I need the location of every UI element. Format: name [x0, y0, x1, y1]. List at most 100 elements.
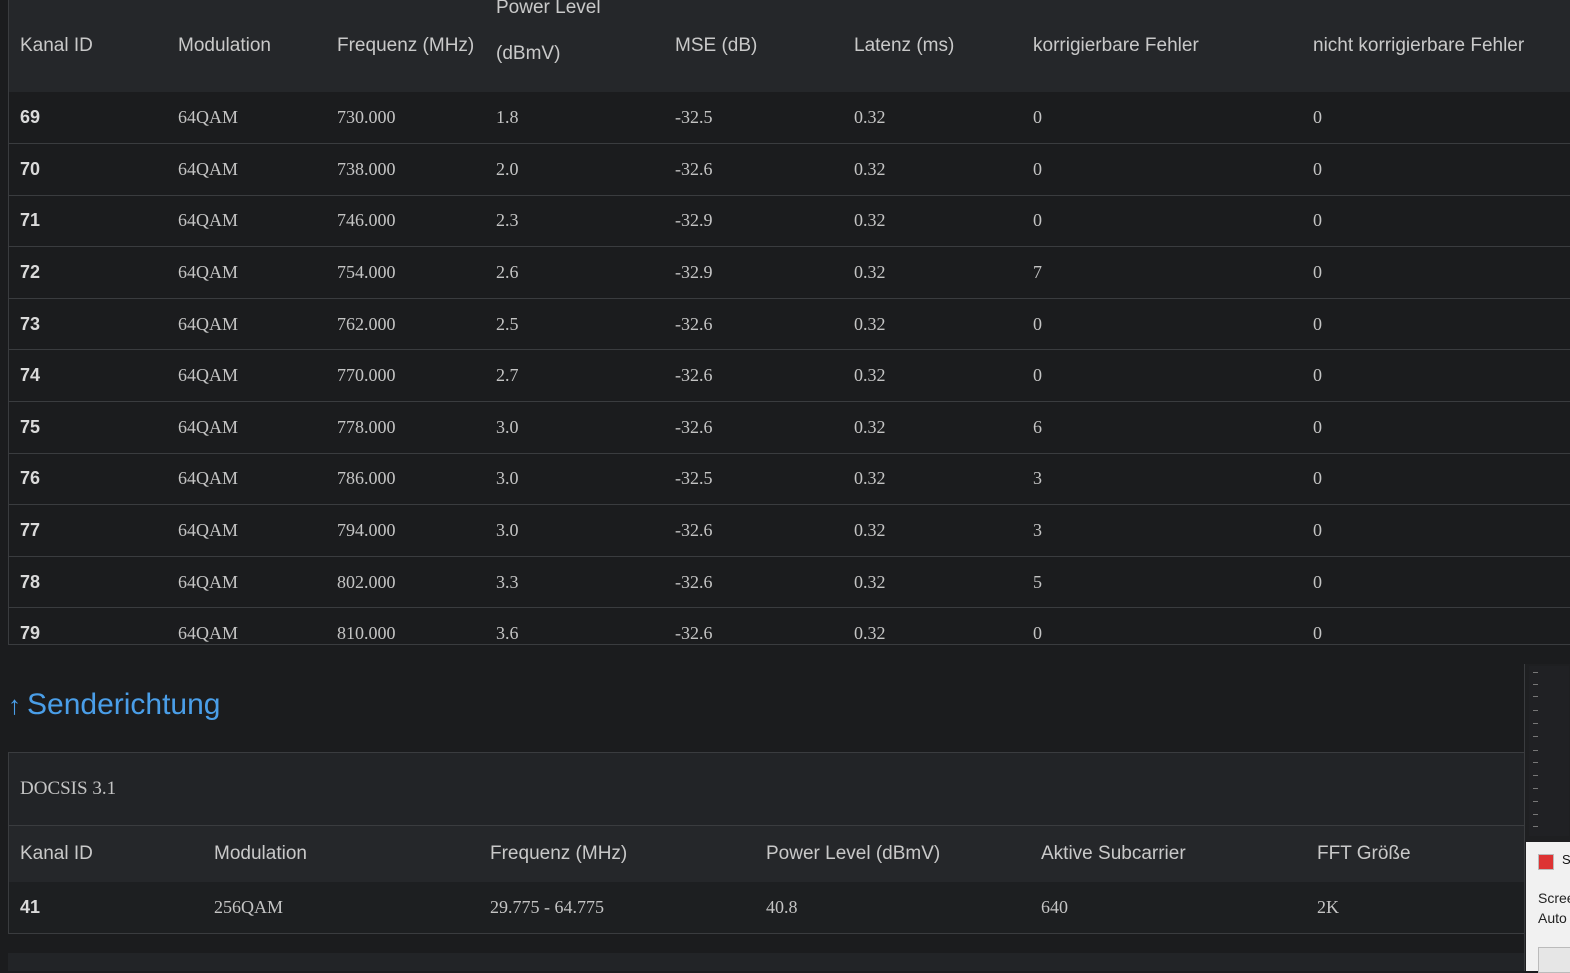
up-header-fft-groesse: FFT Größe — [1317, 843, 1411, 864]
cell-power-level: 1.8 — [496, 107, 519, 128]
cell-frequenz: 786.000 — [337, 468, 396, 489]
cell-nicht-korrigierbare-fehler: 0 — [1313, 107, 1322, 128]
cell-latenz: 0.32 — [854, 210, 886, 231]
section-title-senderichtung[interactable]: ↑ Senderichtung — [8, 688, 220, 722]
cell-modulation: 64QAM — [178, 571, 239, 592]
cell-frequenz: 730.000 — [337, 107, 396, 128]
table-row: 70 64QAM 738.000 2.0 -32.6 0.32 0 0 — [9, 143, 1570, 196]
cell-kanal-id: 79 — [20, 623, 41, 644]
cell-modulation: 64QAM — [178, 158, 239, 179]
up-header-frequenz: Frequenz (MHz) — [490, 843, 628, 864]
cell-latenz: 0.32 — [854, 262, 886, 283]
table-row: 78 64QAM 802.000 3.3 -32.6 0.32 5 0 — [9, 556, 1570, 608]
up-header-power-level: Power Level (dBmV) — [766, 843, 941, 864]
page-thumbnail[interactable] — [1529, 666, 1569, 836]
cell-frequenz: 746.000 — [337, 210, 396, 231]
cell-modulation: 64QAM — [178, 313, 239, 334]
cell-kanal-id: 76 — [20, 468, 41, 489]
notification-body: Auto — [1538, 910, 1567, 926]
snipping-tool-icon — [1538, 854, 1554, 870]
cell-modulation: 64QAM — [178, 623, 239, 644]
upstream-table-container: DOCSIS 3.1 Kanal ID Modulation Frequenz … — [8, 752, 1525, 934]
cell-power-level: 3.6 — [496, 623, 519, 644]
cell-mse: -32.6 — [675, 416, 713, 437]
up-cell-aktive-subcarrier: 640 — [1041, 897, 1068, 917]
cell-modulation: 64QAM — [178, 468, 239, 489]
cell-kanal-id: 71 — [20, 210, 41, 231]
cell-latenz: 0.32 — [854, 571, 886, 592]
table-row: 76 64QAM 786.000 3.0 -32.5 0.32 3 0 — [9, 453, 1570, 505]
cell-latenz: 0.32 — [854, 468, 886, 489]
cell-latenz: 0.32 — [854, 416, 886, 437]
cell-kanal-id: 69 — [20, 107, 41, 128]
up-header-aktive-subcarrier: Aktive Subcarrier — [1041, 843, 1186, 864]
cell-nicht-korrigierbare-fehler: 0 — [1313, 416, 1322, 437]
upstream-header-row: Kanal ID Modulation Frequenz (MHz) Power… — [9, 826, 1525, 882]
up-cell-modulation: 256QAM — [214, 897, 284, 917]
cell-latenz: 0.32 — [854, 158, 886, 179]
upstream-table: Kanal ID Modulation Frequenz (MHz) Power… — [9, 826, 1525, 933]
cell-korrigierbare-fehler: 6 — [1033, 416, 1042, 437]
cell-korrigierbare-fehler: 5 — [1033, 571, 1042, 592]
cell-power-level: 3.3 — [496, 571, 519, 592]
cell-korrigierbare-fehler: 0 — [1033, 210, 1042, 231]
table-row: 72 64QAM 754.000 2.6 -32.9 0.32 7 0 — [9, 246, 1570, 299]
table-row: 79 64QAM 810.000 3.6 -32.6 0.32 0 0 — [9, 607, 1570, 660]
table-row: 71 64QAM 746.000 2.3 -32.9 0.32 0 0 — [9, 195, 1570, 247]
cell-nicht-korrigierbare-fehler: 0 — [1313, 520, 1322, 541]
cell-latenz: 0.32 — [854, 365, 886, 386]
cell-frequenz: 778.000 — [337, 416, 396, 437]
cell-latenz: 0.32 — [854, 520, 886, 541]
header-power-level-line1: Power Level — [496, 0, 601, 18]
cell-frequenz: 738.000 — [337, 158, 396, 179]
cell-power-level: 3.0 — [496, 416, 519, 437]
cell-frequenz: 770.000 — [337, 365, 396, 386]
cell-kanal-id: 73 — [20, 313, 41, 334]
cell-nicht-korrigierbare-fehler: 0 — [1313, 365, 1322, 386]
cell-kanal-id: 77 — [20, 520, 41, 541]
cell-korrigierbare-fehler: 0 — [1033, 158, 1042, 179]
table-row: 73 64QAM 762.000 2.5 -32.6 0.32 0 0 — [9, 298, 1570, 350]
cell-korrigierbare-fehler: 0 — [1033, 107, 1042, 128]
cell-kanal-id: 74 — [20, 365, 41, 386]
cell-mse: -32.6 — [675, 623, 713, 644]
cell-latenz: 0.32 — [854, 313, 886, 334]
cell-korrigierbare-fehler: 3 — [1033, 520, 1042, 541]
cell-frequenz: 754.000 — [337, 262, 396, 283]
header-power-level: Power Level (dBmV) — [485, 0, 664, 92]
downstream-table-container: Kanal ID Modulation Frequenz (MHz) Power… — [8, 0, 1570, 645]
up-header-kanal-id: Kanal ID — [20, 843, 93, 864]
cell-modulation: 64QAM — [178, 365, 239, 386]
screenshot-notification[interactable]: S Scree Auto — [1526, 842, 1570, 973]
downstream-header-row: Kanal ID Modulation Frequenz (MHz) Power… — [9, 0, 1570, 92]
table-row: 41 256QAM 29.775 - 64.775 40.8 640 2K — [9, 882, 1525, 933]
cell-korrigierbare-fehler: 3 — [1033, 468, 1042, 489]
header-modulation: Modulation — [178, 35, 271, 56]
next-section-edge — [8, 953, 1524, 971]
cell-mse: -32.9 — [675, 262, 713, 283]
cell-power-level: 2.0 — [496, 158, 519, 179]
cell-frequenz: 794.000 — [337, 520, 396, 541]
docsis-version-label: DOCSIS 3.1 — [9, 753, 1525, 826]
cell-nicht-korrigierbare-fehler: 0 — [1313, 158, 1322, 179]
cell-power-level: 2.5 — [496, 313, 519, 334]
notification-action-button[interactable] — [1538, 947, 1570, 973]
cell-modulation: 64QAM — [178, 107, 239, 128]
notification-app-name: S — [1562, 852, 1570, 867]
header-mse: MSE (dB) — [675, 35, 758, 56]
table-row: 75 64QAM 778.000 3.0 -32.6 0.32 6 0 — [9, 401, 1570, 454]
cell-frequenz: 762.000 — [337, 313, 396, 334]
table-row: 77 64QAM 794.000 3.0 -32.6 0.32 3 0 — [9, 504, 1570, 557]
cell-kanal-id: 72 — [20, 262, 41, 283]
cell-mse: -32.5 — [675, 468, 713, 489]
cell-frequenz: 810.000 — [337, 623, 396, 644]
cell-latenz: 0.32 — [854, 623, 886, 644]
cell-mse: -32.6 — [675, 158, 713, 179]
cell-nicht-korrigierbare-fehler: 0 — [1313, 571, 1322, 592]
header-korrigierbare-fehler: korrigierbare Fehler — [1033, 35, 1199, 56]
cell-kanal-id: 70 — [20, 158, 41, 179]
cell-modulation: 64QAM — [178, 520, 239, 541]
cell-mse: -32.6 — [675, 365, 713, 386]
cell-korrigierbare-fehler: 7 — [1033, 262, 1042, 283]
up-header-modulation: Modulation — [214, 843, 307, 864]
